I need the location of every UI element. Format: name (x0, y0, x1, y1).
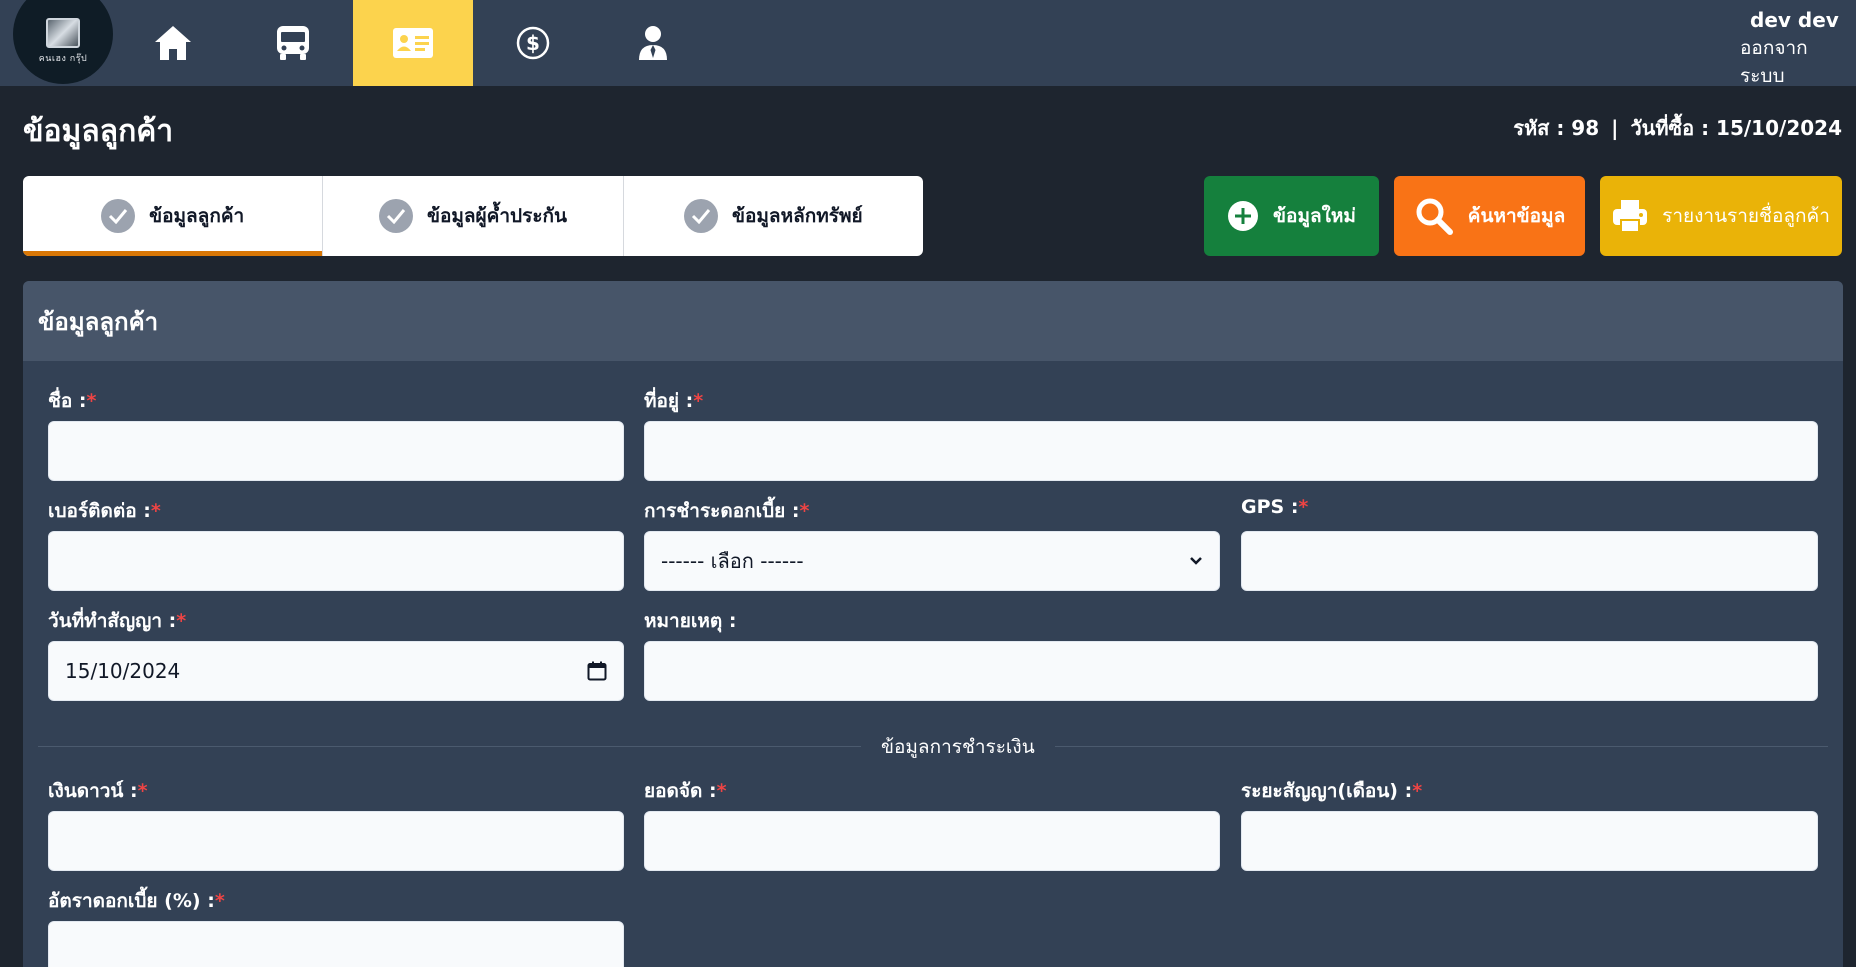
interest-rate-label: อัตราดอกเบี้ย (%) :* (48, 890, 225, 912)
user-tie-icon (639, 26, 667, 60)
address-label: ที่อยู่ :* (644, 390, 704, 412)
logout-link[interactable]: ออกจากระบบ (1740, 34, 1850, 90)
tab-label: ข้อมูลผู้ค้ำประกัน (426, 205, 568, 227)
customer-report-label: รายงานรายชื่อลูกค้า (1662, 205, 1830, 227)
top-navbar: คนเฮง กรุ๊ป $ dev dev ออกจากระบบ (0, 0, 1856, 87)
interest-payment-select[interactable]: ------ เลือก ------ (644, 531, 1220, 591)
gps-label: GPS :* (1241, 496, 1309, 518)
logo-text: คนเฮง กรุ๊ป (38, 53, 88, 64)
interest-rate-input[interactable] (48, 921, 624, 967)
home-icon (155, 26, 191, 60)
customer-report-button[interactable]: รายงานรายชื่อลูกค้า (1600, 176, 1842, 256)
phone-label: เบอร์ติดต่อ :* (48, 500, 161, 522)
tab-guarantor-info[interactable]: ข้อมูลผู้ค้ำประกัน (323, 176, 624, 256)
interest-payment-label: การชำระดอกเบี้ย :* (644, 500, 810, 522)
user-box: dev dev ออกจากระบบ (1740, 6, 1850, 90)
tab-label: ข้อมูลลูกค้า (149, 205, 245, 227)
check-circle-icon (684, 199, 718, 233)
tab-customer-info[interactable]: ข้อมูลลูกค้า (23, 176, 324, 256)
term-months-label: ระยะสัญญา(เดือน) :* (1241, 780, 1423, 802)
note-input[interactable] (644, 641, 1818, 701)
form-tabs: ข้อมูลลูกค้า ข้อมูลผู้ค้ำประกัน ข้อมูลหล… (23, 176, 923, 256)
user-name: dev dev (1750, 8, 1839, 32)
nav-vehicles[interactable] (233, 0, 353, 86)
chevron-down-icon (1190, 557, 1202, 565)
nav-customer[interactable] (353, 0, 473, 86)
note-label: หมายเหตุ : (644, 610, 737, 632)
meta-separator: | (1611, 116, 1619, 140)
logo-image (46, 17, 80, 48)
contract-date-label: วันที่ทำสัญญา :* (48, 610, 187, 632)
dollar-icon: $ (516, 26, 550, 60)
customer-form-card: ข้อมูลลูกค้า ชื่อ :* ที่อยู่ :* เบอร์ติด… (23, 281, 1843, 967)
page-title: ข้อมูลลูกค้า (23, 114, 174, 149)
id-card-icon (393, 28, 433, 58)
company-logo[interactable]: คนเฮง กรุ๊ป (13, 0, 113, 84)
tab-collateral-info[interactable]: ข้อมูลหลักทรัพย์ (624, 176, 923, 256)
form-title: ข้อมูลลูกค้า (23, 281, 1843, 361)
name-label: ชื่อ :* (48, 390, 97, 412)
new-record-label: ข้อมูลใหม่ (1273, 205, 1356, 227)
nav-home[interactable] (113, 0, 233, 86)
plus-circle-icon (1228, 201, 1259, 231)
name-input[interactable] (48, 421, 624, 481)
record-meta: รหัส : 98 | วันที่ซื้อ : 15/10/2024 (1513, 112, 1842, 144)
nav-users[interactable] (593, 0, 713, 86)
calendar-icon[interactable] (587, 661, 607, 681)
payment-section-title: ข้อมูลการชำระเงิน (861, 732, 1055, 762)
new-record-button[interactable]: ข้อมูลใหม่ (1204, 176, 1379, 256)
financed-amount-label: ยอดจัด :* (644, 780, 727, 802)
gps-input[interactable] (1241, 531, 1818, 591)
search-label: ค้นหาข้อมูล (1467, 205, 1566, 227)
printer-icon (1613, 200, 1648, 233)
check-circle-icon (101, 199, 136, 233)
term-months-input[interactable] (1241, 811, 1818, 871)
purchase-date: วันที่ซื้อ : 15/10/2024 (1630, 116, 1842, 140)
financed-amount-input[interactable] (644, 811, 1220, 871)
search-button[interactable]: ค้นหาข้อมูล (1394, 176, 1585, 256)
phone-input[interactable] (48, 531, 624, 591)
search-icon (1416, 198, 1453, 235)
down-payment-label: เงินดาวน์ :* (48, 780, 148, 802)
bus-icon (277, 26, 309, 60)
record-code: รหัส : 98 (1513, 116, 1600, 140)
nav-payments[interactable]: $ (473, 0, 593, 86)
tab-label: ข้อมูลหลักทรัพย์ (732, 205, 863, 227)
down-payment-input[interactable] (48, 811, 624, 871)
contract-date-input[interactable]: 15/10/2024 (48, 641, 624, 701)
address-input[interactable] (644, 421, 1818, 481)
check-circle-icon (378, 199, 413, 233)
svg-text:$: $ (526, 31, 540, 55)
